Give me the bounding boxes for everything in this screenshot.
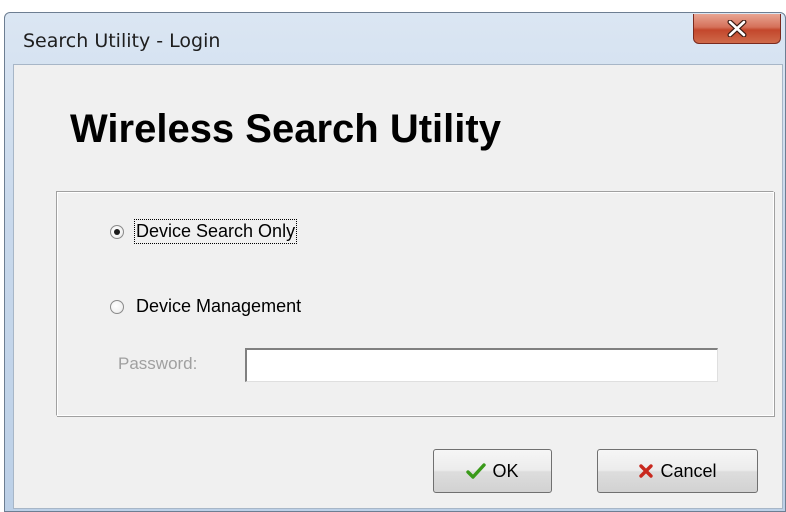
device-search-only-label: Device Search Only	[133, 219, 298, 244]
cross-icon	[639, 464, 654, 478]
cancel-label: Cancel	[660, 460, 717, 481]
close-icon	[727, 20, 747, 37]
device-management-label: Device Management	[136, 296, 302, 316]
cancel-button[interactable]: Cancel	[597, 449, 758, 493]
login-dialog-window: Search Utility - Login Wireless Search U…	[4, 12, 786, 512]
radio-button-checked[interactable]	[110, 224, 124, 239]
ok-button[interactable]: OK	[433, 449, 552, 493]
dialog-client-area: Wireless Search Utility Device Search On…	[13, 64, 783, 509]
app-heading: Wireless Search Utility	[70, 107, 501, 151]
ok-label: OK	[492, 460, 519, 481]
window-title: Search Utility - Login	[23, 30, 221, 52]
checkmark-icon	[466, 463, 487, 479]
radio-button-unchecked[interactable]	[110, 299, 124, 314]
password-field[interactable]	[245, 348, 718, 382]
radio-device-search-only[interactable]: Device Search Only	[110, 219, 298, 244]
radio-device-management[interactable]: Device Management	[110, 296, 301, 317]
password-label: Password:	[118, 354, 198, 373]
title-bar[interactable]: Search Utility - Login	[5, 13, 785, 63]
close-button[interactable]	[693, 14, 781, 44]
